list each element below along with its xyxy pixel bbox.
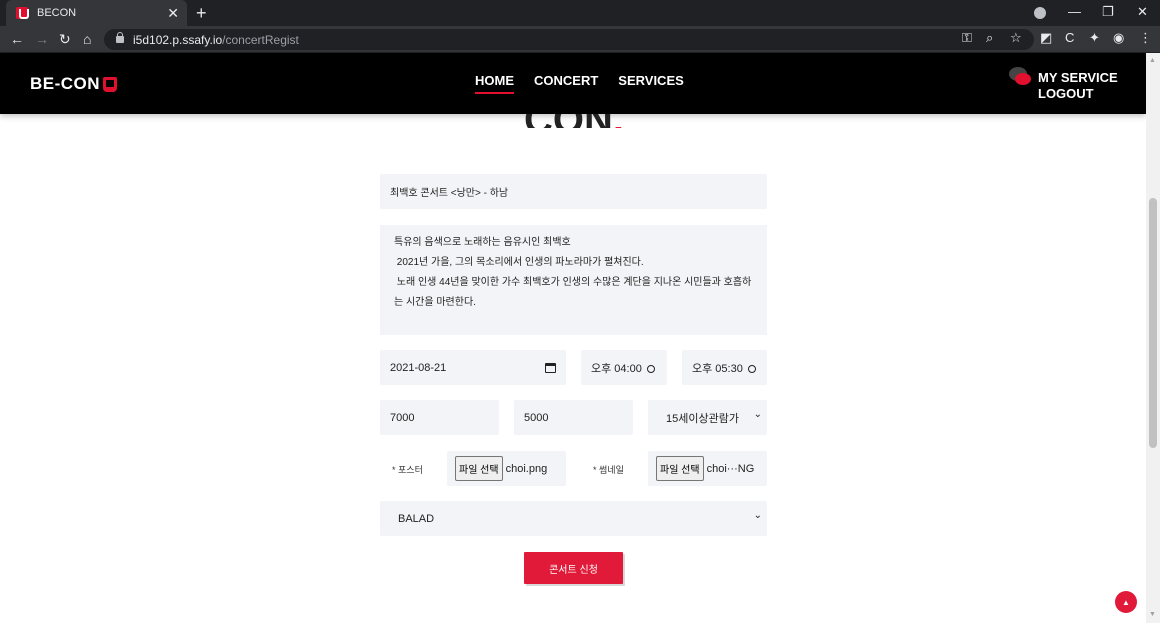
- url-text[interactable]: i5d102.p.ssafy.io/concertRegist: [133, 33, 299, 47]
- description-line: 2021년 가을, 그의 목소리에서 인생의 파노라마가 펼쳐진다.: [394, 257, 644, 268]
- home-icon[interactable]: ⌂: [83, 31, 91, 47]
- nav-services[interactable]: SERVICES: [618, 73, 684, 88]
- seats-input[interactable]: 5000: [514, 400, 633, 435]
- age-rating-select[interactable]: 15세이상관람가 ⌄: [648, 400, 767, 435]
- kebab-menu-icon[interactable]: ⋮: [1139, 30, 1152, 46]
- tab-title: BECON: [37, 7, 77, 19]
- start-time-input[interactable]: 오후 04:00: [581, 350, 667, 385]
- poster-label: * 포스터: [392, 465, 423, 475]
- rock-hand-icon: [103, 76, 118, 92]
- chevron-down-icon: ⌄: [753, 409, 762, 420]
- nav-home[interactable]: HOME: [475, 73, 514, 94]
- page-scrollbar[interactable]: ▲ ▼: [1146, 53, 1160, 623]
- browser-tab[interactable]: BECON ✕: [6, 0, 187, 26]
- new-tab-icon[interactable]: +: [196, 3, 207, 23]
- browser-toolbar: ← → ↻ ⌂ i5d102.p.ssafy.io/concertRegist …: [0, 26, 1160, 53]
- window-close-icon[interactable]: ✕: [1137, 4, 1148, 20]
- clock-icon[interactable]: [646, 364, 655, 373]
- date-value: 2021-08-21: [390, 361, 447, 374]
- end-time-value: 오후 05:30: [692, 362, 743, 375]
- extension-c-icon[interactable]: C: [1065, 30, 1074, 45]
- site-header: BE-CON HOME CONCERT SERVICES MY SERVICE …: [0, 53, 1146, 114]
- poster-file-input[interactable]: 파일 선택 choi.png: [447, 451, 566, 486]
- concert-description-textarea[interactable]: 특유의 음색으로 노래하는 음유시인 최백호 2021년 가을, 그의 목소리에…: [380, 225, 767, 335]
- thumbnail-label: * 썸네일: [593, 465, 624, 475]
- my-service-link[interactable]: MY SERVICE: [1038, 70, 1118, 86]
- puzzle-icon[interactable]: ✦: [1089, 30, 1100, 46]
- scrollbar-thumb[interactable]: [1149, 198, 1157, 448]
- genre-value: BALAD: [398, 512, 435, 525]
- calendar-icon[interactable]: [545, 363, 556, 373]
- avatar-icon[interactable]: ◉: [1113, 30, 1124, 46]
- price-input[interactable]: 7000: [380, 400, 499, 435]
- genre-select[interactable]: BALAD ⌄: [380, 501, 767, 536]
- browser-tabbar: BECON ✕ + — ❐ ✕: [0, 0, 1160, 26]
- favicon-icon: [16, 7, 29, 19]
- scroll-down-arrow-icon[interactable]: ▼: [1149, 611, 1156, 618]
- start-time-value: 오후 04:00: [591, 362, 642, 375]
- key-icon[interactable]: ⚿: [962, 30, 972, 46]
- back-icon[interactable]: ←: [10, 31, 24, 47]
- poster-file-name: choi.png: [505, 462, 548, 475]
- description-line: 특유의 음색으로 노래하는 음유시인 최백호: [394, 237, 571, 248]
- chat-bubbles-icon[interactable]: [1009, 67, 1031, 87]
- lock-icon[interactable]: [116, 32, 124, 43]
- scroll-up-arrow-icon[interactable]: ▲: [1149, 57, 1156, 64]
- description-line: 는 시간을 마련한다.: [394, 297, 476, 308]
- end-time-input[interactable]: 오후 05:30: [682, 350, 767, 385]
- scroll-to-top-button[interactable]: ▲: [1115, 591, 1137, 613]
- submit-concert-button[interactable]: 콘서트 신청: [524, 552, 623, 584]
- date-input[interactable]: 2021-08-21: [380, 350, 566, 385]
- age-rating-value: 15세이상관람가: [666, 412, 739, 425]
- main-nav: HOME CONCERT SERVICES: [475, 73, 684, 94]
- tab-close-icon[interactable]: ✕: [167, 5, 179, 22]
- chevron-down-icon: ⌄: [753, 510, 762, 521]
- site-logo[interactable]: BE-CON: [30, 74, 118, 94]
- seats-value: 5000: [524, 411, 549, 424]
- description-line: 노래 인생 44년을 맞이한 가수 최백호가 인생의 수많은 계단을 지나온 시…: [394, 277, 752, 288]
- reload-icon[interactable]: ↻: [59, 31, 71, 48]
- price-value: 7000: [390, 411, 415, 424]
- forward-icon[interactable]: →: [35, 31, 49, 47]
- user-links: MY SERVICE LOGOUT: [1038, 70, 1118, 102]
- extension-icon[interactable]: ◩: [1040, 30, 1052, 46]
- thumbnail-file-button[interactable]: 파일 선택: [656, 456, 704, 481]
- profile-menu-icon[interactable]: [1034, 7, 1046, 19]
- thumbnail-file-input[interactable]: 파일 선택 choi···NG: [648, 451, 767, 486]
- minimize-icon[interactable]: —: [1068, 4, 1081, 19]
- concert-title-value: 최백호 콘서트 <낭만> - 하남: [390, 188, 509, 199]
- poster-file-button[interactable]: 파일 선택: [455, 456, 503, 481]
- logout-link[interactable]: LOGOUT: [1038, 86, 1118, 102]
- thumbnail-file-name: choi···NG: [706, 462, 755, 475]
- bookmark-star-icon[interactable]: ☆: [1010, 30, 1022, 46]
- chevron-up-icon: ▲: [1122, 597, 1130, 607]
- clock-icon[interactable]: [747, 364, 756, 373]
- concert-title-input[interactable]: 최백호 콘서트 <낭만> - 하남: [380, 174, 767, 209]
- zoom-icon[interactable]: ⌕: [986, 30, 993, 46]
- restore-icon[interactable]: ❐: [1102, 4, 1114, 20]
- address-bar[interactable]: i5d102.p.ssafy.io/concertRegist: [104, 29, 1034, 50]
- nav-concert[interactable]: CONCERT: [534, 73, 598, 88]
